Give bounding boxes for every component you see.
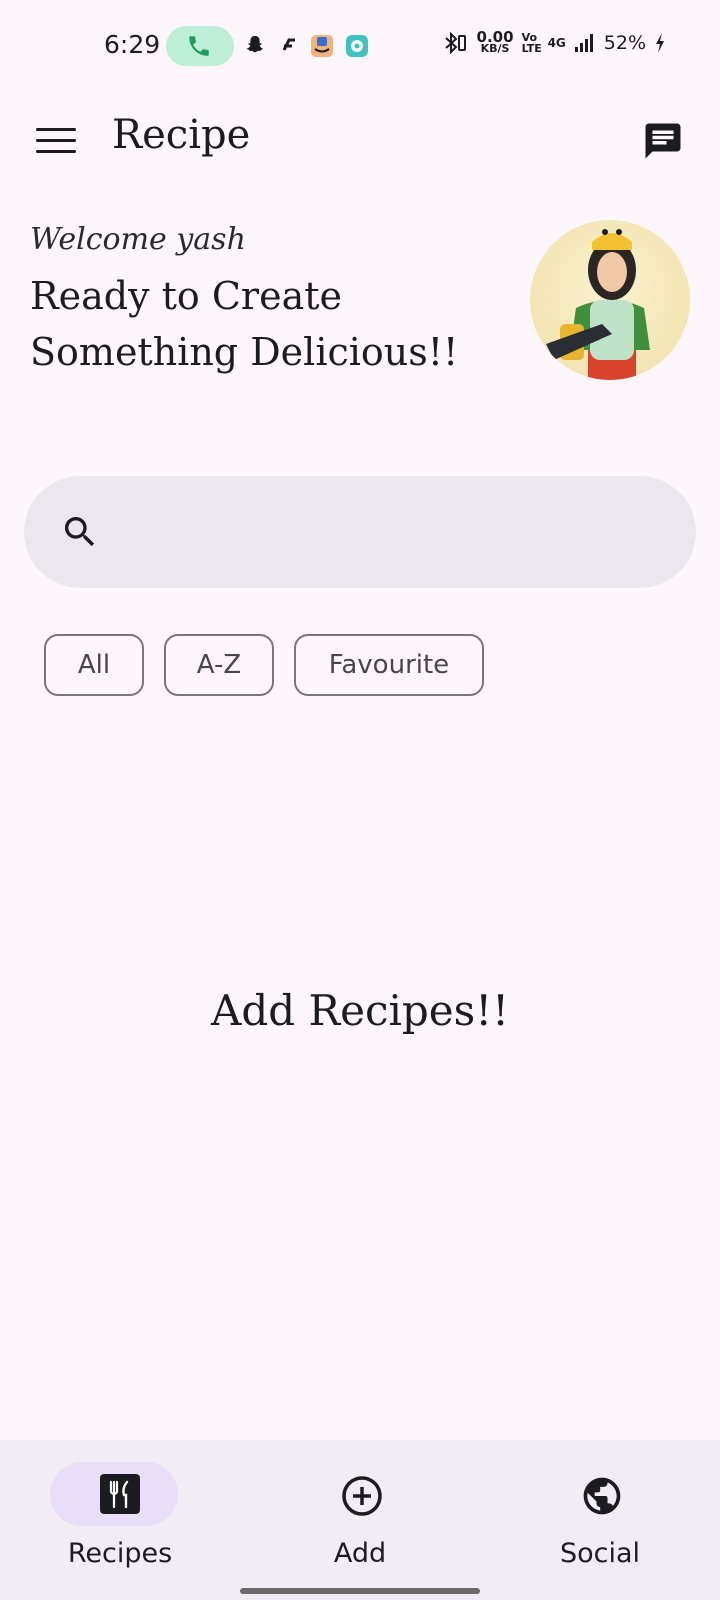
top-app-bar: Recipe	[0, 100, 720, 180]
add-circle-icon	[342, 1476, 382, 1516]
nav-item-add[interactable]: Add	[240, 1440, 480, 1600]
page-title: Recipe	[112, 112, 251, 158]
signal-icon	[574, 34, 593, 52]
chat-icon[interactable]	[642, 120, 684, 162]
nav-label-recipes: Recipes	[67, 1538, 173, 1569]
nav-item-social[interactable]: Social	[480, 1440, 720, 1600]
charging-icon	[656, 33, 664, 53]
amazon-icon	[311, 35, 333, 57]
search-icon[interactable]	[60, 512, 100, 552]
search-bar[interactable]	[24, 476, 696, 588]
battery-level: 52%	[603, 32, 646, 54]
welcome-text: Welcome yash	[30, 222, 246, 257]
empty-state-message: Add Recipes!!	[211, 986, 509, 1035]
snapchat-icon	[246, 35, 264, 53]
bottom-navigation: Recipes Add Social	[0, 1440, 720, 1600]
ongoing-call-chip[interactable]	[166, 26, 234, 66]
avatar[interactable]	[530, 220, 690, 380]
filter-chips: All A-Z Favourite	[44, 634, 484, 696]
network-speed: 0.00 KB/S	[477, 30, 514, 55]
speed-unit: KB/S	[480, 42, 510, 55]
avatar-illustration	[546, 229, 650, 380]
phone-icon	[189, 36, 209, 56]
headline-text: Ready to Create Something Delicious!!	[30, 274, 459, 374]
status-time: 6:29	[104, 30, 161, 59]
nav-label-add: Add	[333, 1538, 387, 1569]
status-indicators: 0.00 KB/S Vo LTE 4G 52%	[443, 30, 666, 55]
status-bar: 6:29 0.00 KB/S Vo LTE 4G 52%	[0, 0, 720, 92]
chip-favourite[interactable]: Favourite	[294, 634, 484, 696]
restaurant-icon	[100, 1474, 140, 1514]
chip-all[interactable]: All	[44, 634, 144, 696]
messenger-app-icon	[346, 35, 368, 57]
menu-icon[interactable]	[36, 128, 76, 156]
bluetooth-icon	[444, 32, 466, 54]
home-gesture-bar[interactable]	[240, 1588, 480, 1594]
flipkart-icon	[282, 38, 295, 51]
volte-indicator: Vo LTE	[521, 31, 542, 55]
nav-item-recipes[interactable]: Recipes	[0, 1440, 240, 1600]
network-type: 4G	[547, 36, 566, 50]
chip-a-z[interactable]: A-Z	[164, 634, 274, 696]
globe-icon	[583, 1477, 621, 1515]
nav-label-social: Social	[559, 1538, 641, 1569]
